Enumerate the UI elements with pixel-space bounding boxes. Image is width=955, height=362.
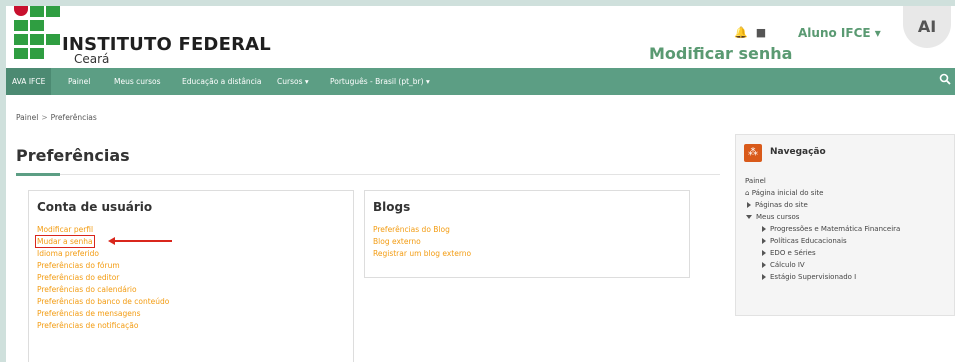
- nav-tree-item-label: Progressões e Matemática Financeira: [770, 225, 901, 233]
- title-divider: [16, 174, 720, 175]
- user-menu-caret-icon: ▾: [874, 26, 881, 40]
- nav-item-language[interactable]: Português - Brasil (pt_br) ▾: [330, 68, 430, 95]
- nav-tree-item-label: Página inicial do site: [751, 189, 824, 197]
- nav-tree-course-politicas[interactable]: Políticas Educacionais: [762, 237, 847, 245]
- link-preferencias-banco-conteudo[interactable]: Preferências do banco de conteúdo: [37, 297, 169, 306]
- expand-triangle-icon: [762, 238, 766, 244]
- nav-item-ava-ifce[interactable]: AVA IFCE: [6, 68, 52, 95]
- link-preferencias-editor[interactable]: Preferências do editor: [37, 273, 119, 282]
- nav-tree-course-calculo[interactable]: Cálculo IV: [762, 261, 805, 269]
- browser-viewport: INSTITUTO FEDERAL Ceará Modificar senha …: [6, 6, 955, 362]
- expand-triangle-icon: [762, 226, 766, 232]
- blogs-heading: Blogs: [373, 200, 411, 214]
- nav-item-educacao-distancia[interactable]: Educação a distância: [182, 68, 262, 95]
- expand-triangle-icon: [762, 250, 766, 256]
- link-idioma-preferido[interactable]: Idioma preferido: [37, 249, 99, 258]
- link-preferencias-notificacao[interactable]: Preferências de notificação: [37, 321, 138, 330]
- breadcrumb: Painel > Preferências: [16, 113, 97, 122]
- collapse-triangle-icon: [746, 215, 752, 219]
- nav-tree-course-progressoes[interactable]: Progressões e Matemática Financeira: [762, 225, 900, 233]
- if-logo[interactable]: [14, 6, 64, 62]
- nav-tree-item-label: Estágio Supervisionado I: [770, 273, 857, 281]
- page-title: Preferências: [16, 146, 130, 165]
- nav-item-painel[interactable]: Painel: [68, 68, 90, 95]
- expand-triangle-icon: [747, 202, 751, 208]
- navigation-block: ⁂ Navegação Painel ⌂ Página inicial do s…: [735, 134, 955, 316]
- link-registrar-blog-externo[interactable]: Registrar um blog externo: [373, 249, 471, 258]
- nav-tree-course-estagio[interactable]: Estágio Supervisionado I: [762, 273, 856, 281]
- nav-item-cursos[interactable]: Cursos ▾: [277, 68, 309, 95]
- main-navbar: AVA IFCE Painel Meus cursos Educação a d…: [6, 68, 955, 95]
- link-blog-externo[interactable]: Blog externo: [373, 237, 421, 246]
- nav-tree-item-label: Políticas Educacionais: [770, 237, 847, 245]
- breadcrumb-item-painel[interactable]: Painel: [16, 113, 38, 122]
- nav-tree-pagina-inicial[interactable]: ⌂ Página inicial do site: [745, 189, 823, 197]
- blogs-card: Blogs Preferências do Blog Blog externo …: [364, 190, 690, 278]
- nav-tree-painel[interactable]: Painel: [745, 177, 766, 185]
- nav-tree-course-edo[interactable]: EDO e Séries: [762, 249, 816, 257]
- link-preferencias-mensagens[interactable]: Preferências de mensagens: [37, 309, 141, 318]
- search-icon[interactable]: [939, 73, 951, 88]
- nav-tree-meus-cursos[interactable]: Meus cursos: [746, 213, 799, 221]
- avatar[interactable]: AI: [903, 6, 951, 48]
- nav-tree-item-label: Cálculo IV: [770, 261, 805, 269]
- user-account-card: Conta de usuário Modificar perfil Mudar …: [28, 190, 354, 362]
- user-account-heading: Conta de usuário: [37, 200, 153, 214]
- nav-item-meus-cursos[interactable]: Meus cursos: [114, 68, 161, 95]
- logo-red-dot: [14, 6, 28, 16]
- header-icons: 🔔 ■: [734, 26, 774, 39]
- expand-triangle-icon: [762, 262, 766, 268]
- nav-tree-item-label: Meus cursos: [756, 213, 800, 221]
- user-menu[interactable]: Aluno IFCE ▾: [798, 26, 881, 40]
- title-accent-bar: [16, 173, 60, 176]
- highlight-box: [35, 235, 95, 248]
- page-heading: Modificar senha: [649, 44, 793, 63]
- annotation-arrow-line: [114, 240, 172, 242]
- link-preferencias-blog[interactable]: Preferências do Blog: [373, 225, 450, 234]
- breadcrumb-separator: >: [41, 113, 48, 122]
- expand-triangle-icon: [762, 274, 766, 280]
- nav-tree-item-label: Páginas do site: [755, 201, 808, 209]
- home-icon: ⌂: [745, 189, 750, 197]
- nav-tree-item-label: EDO e Séries: [770, 249, 816, 257]
- link-preferencias-forum[interactable]: Preferências do fórum: [37, 261, 120, 270]
- notification-bell-icon[interactable]: 🔔: [734, 26, 748, 39]
- brand-subtitle: Ceará: [74, 52, 110, 66]
- site-header: INSTITUTO FEDERAL Ceará Modificar senha …: [6, 6, 955, 68]
- sitemap-icon: ⁂: [744, 144, 762, 162]
- link-preferencias-calendario[interactable]: Preferências do calendário: [37, 285, 137, 294]
- user-name: Aluno IFCE: [798, 26, 871, 40]
- link-modificar-perfil[interactable]: Modificar perfil: [37, 225, 93, 234]
- messages-icon[interactable]: ■: [756, 26, 766, 39]
- nav-tree-paginas-site[interactable]: Páginas do site: [747, 201, 808, 209]
- navigation-block-title: Navegação: [770, 147, 826, 157]
- breadcrumb-item-preferencias[interactable]: Preferências: [51, 113, 97, 122]
